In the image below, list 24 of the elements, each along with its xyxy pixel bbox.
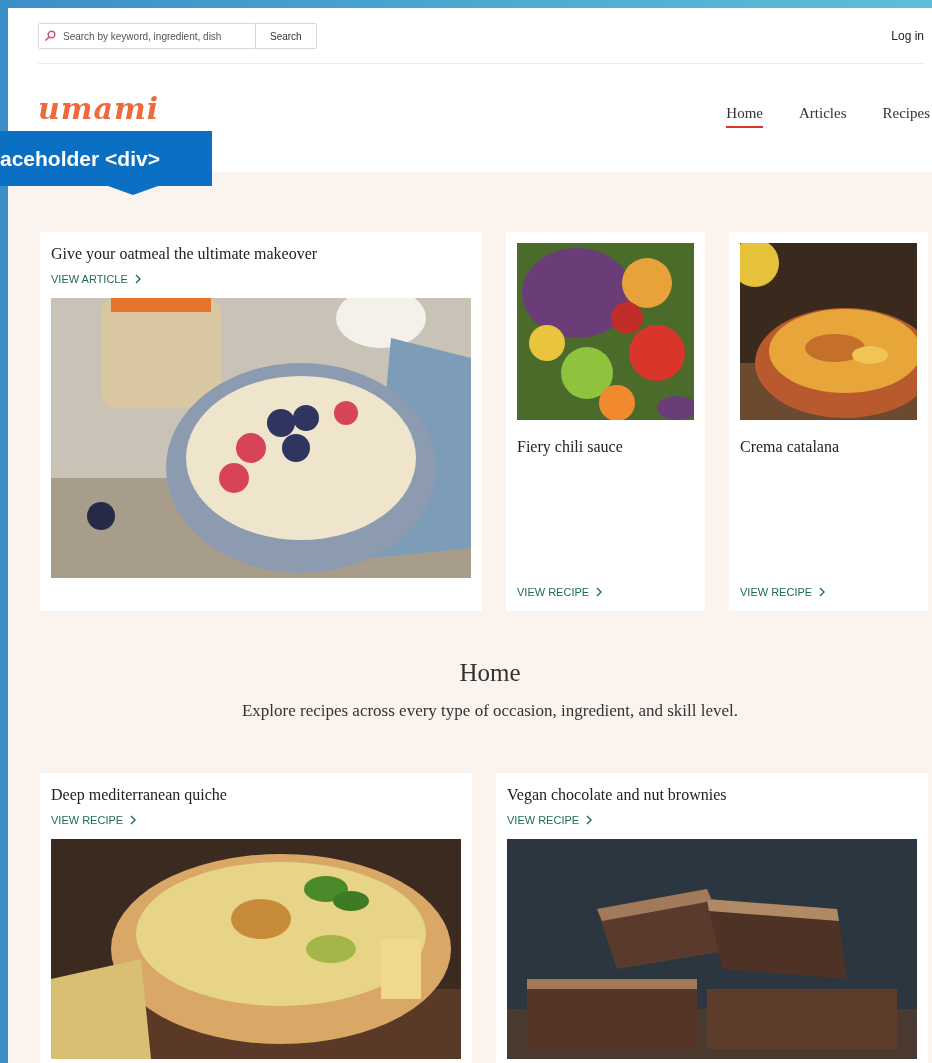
chevron-icon (130, 815, 137, 825)
view-link[interactable]: VIEW RECIPE (51, 814, 461, 826)
search-field[interactable]: Search by keyword, ingredient, dish (38, 23, 256, 49)
card-title: Vegan chocolate and nut brownies (507, 786, 728, 804)
card-title: Fiery chili sauce (517, 438, 624, 456)
chevron-icon (134, 274, 141, 284)
nav-link[interactable]: Recipes (882, 104, 930, 128)
nav-link[interactable]: Articles (799, 104, 847, 128)
chevron-icon (819, 587, 826, 597)
chevron-icon (586, 815, 593, 825)
search-button[interactable]: Search (256, 23, 317, 49)
section-heading: Home (459, 659, 521, 687)
card-title: Crema catalana (740, 438, 841, 456)
card-title: Give your oatmeal the ultimate makeover (51, 245, 319, 263)
view-link[interactable]: VIEW RECIPE (517, 586, 694, 598)
view-link[interactable]: VIEW RECIPE (740, 586, 917, 598)
view-link[interactable]: VIEW RECIPE (507, 814, 917, 826)
card-title: Deep mediterranean quiche (51, 786, 228, 804)
login-link[interactable]: Log in (891, 29, 924, 43)
section-description: Explore recipes across every type of occasion, ingredient, and skill level. (240, 701, 740, 721)
nav-link[interactable]: Home (726, 104, 764, 128)
tooltip-pointer (108, 186, 158, 195)
chevron-icon (596, 587, 603, 597)
view-link[interactable]: VIEW ARTICLE (51, 273, 471, 285)
